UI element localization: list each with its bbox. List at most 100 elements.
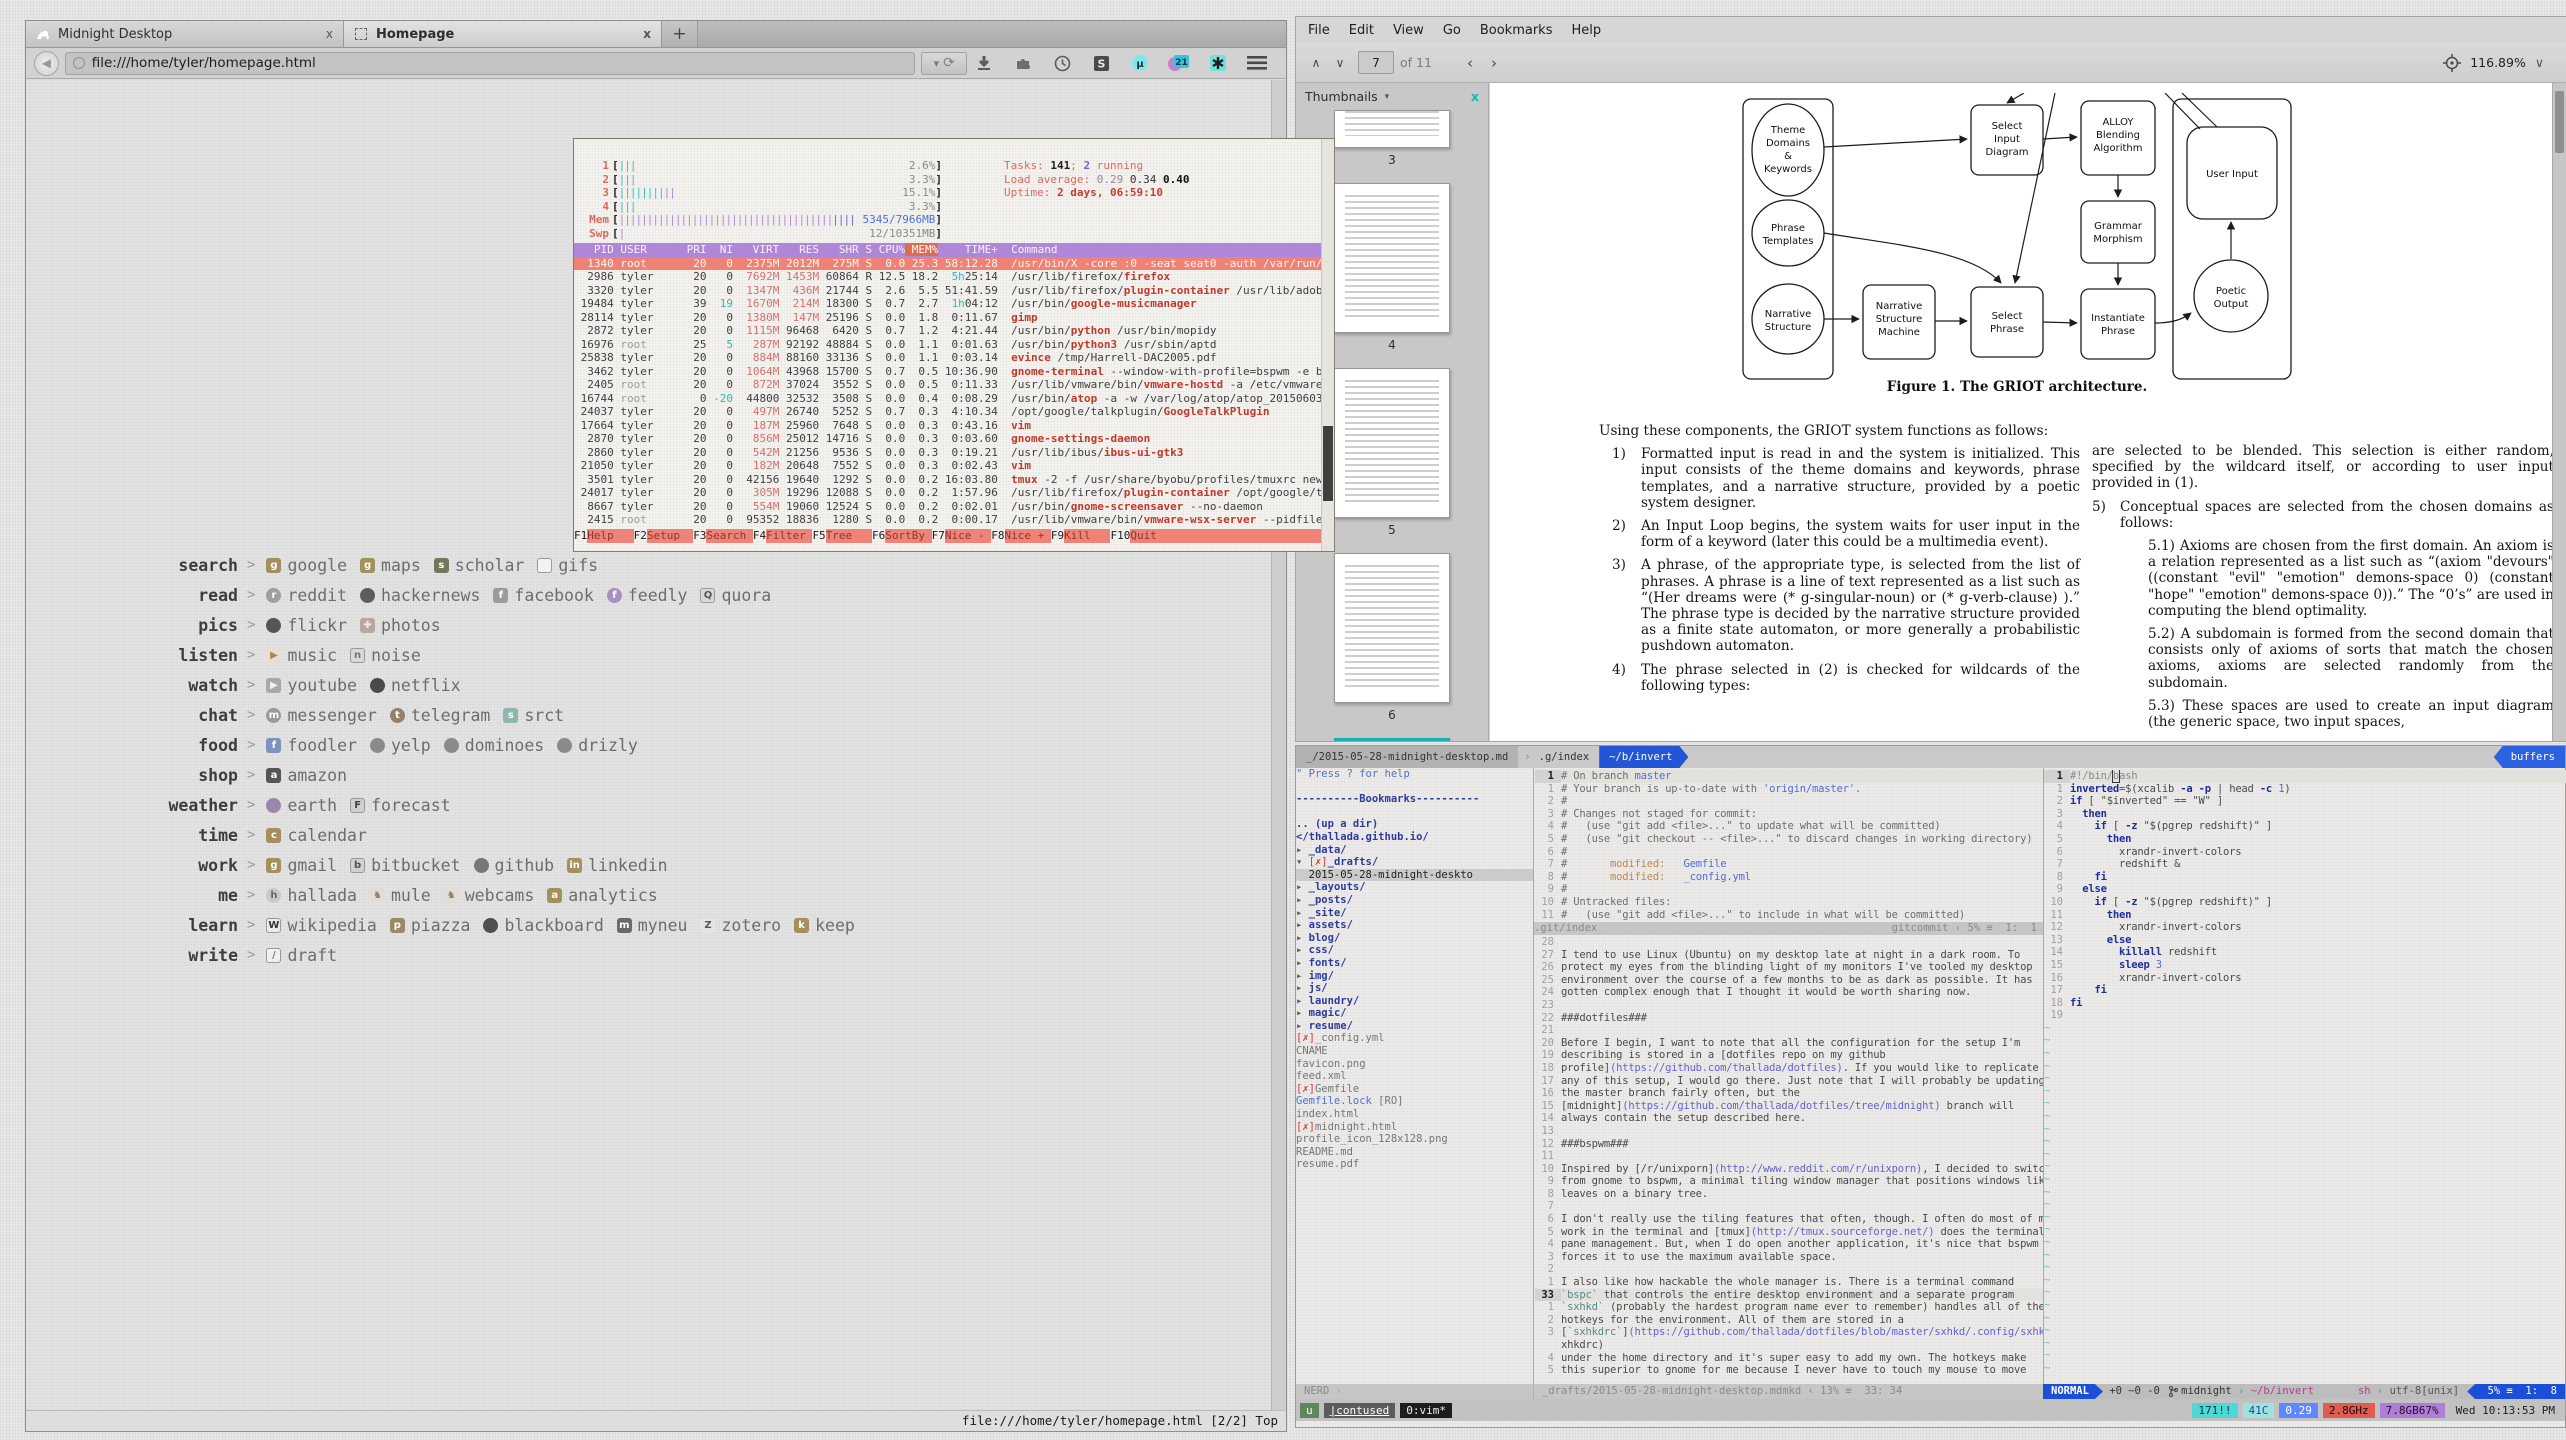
homepage-link[interactable]: blackboard bbox=[483, 916, 603, 935]
homepage-link[interactable]: hackernews bbox=[360, 586, 480, 605]
history-forward-button[interactable]: › bbox=[1482, 50, 1506, 76]
homepage-link[interactable]: rreddit bbox=[266, 586, 347, 605]
homepage-link[interactable]: nnoise bbox=[350, 646, 421, 665]
page-thumbnail[interactable] bbox=[1334, 110, 1450, 148]
nerdtree-item[interactable]: ▸ resume/ bbox=[1296, 1020, 1533, 1033]
nerdtree-item[interactable]: [✗]_config.yml bbox=[1296, 1032, 1533, 1045]
pdf-scrollbar-thumb[interactable] bbox=[2555, 91, 2564, 153]
zoom-level[interactable]: 116.89% bbox=[2470, 55, 2526, 70]
homepage-link[interactable]: ▶music bbox=[266, 646, 337, 665]
homepage-link[interactable]: inlinkedin bbox=[567, 856, 667, 875]
homepage-link[interactable]: Wwikipedia bbox=[266, 916, 376, 935]
homepage-link[interactable]: ssrct bbox=[503, 706, 564, 725]
page-number-input[interactable]: 7 bbox=[1358, 51, 1394, 74]
nerdtree-item[interactable]: Gemfile.lock [RO] bbox=[1296, 1095, 1533, 1108]
homepage-link[interactable]: drizly bbox=[557, 736, 638, 755]
history-back-button[interactable]: ‹ bbox=[1458, 50, 1482, 76]
menu-file[interactable]: File bbox=[1308, 23, 1330, 38]
nerdtree-item[interactable]: favicon.png bbox=[1296, 1058, 1533, 1071]
htop-scrollbar[interactable] bbox=[1321, 139, 1334, 551]
nerdtree-item[interactable]: ▸ laundry/ bbox=[1296, 995, 1533, 1008]
homepage-link[interactable]: mmessenger bbox=[266, 706, 376, 725]
homepage-link[interactable]: ffacebook bbox=[493, 586, 593, 605]
nerdtree-pane[interactable]: " Press ? for help ----------Bookmarks---… bbox=[1296, 768, 1533, 1384]
nerdtree-item[interactable]: [✗]midnight.html bbox=[1296, 1121, 1533, 1134]
page-thumbnail[interactable] bbox=[1334, 183, 1450, 333]
nerdtree-item[interactable]: ▸ assets/ bbox=[1296, 919, 1533, 932]
nerdtree-item[interactable]: " Press ? for help bbox=[1296, 768, 1533, 781]
homepage-link[interactable]: sscholar bbox=[434, 556, 525, 575]
nerdtree-item[interactable]: 2015-05-28-midnight-deskto bbox=[1296, 869, 1533, 882]
homepage-link[interactable]: ffoodler bbox=[266, 736, 357, 755]
tmux-tab-file[interactable]: _/2015-05-28-midnight-desktop.md bbox=[1296, 746, 1518, 768]
markdown-pane[interactable]: 2827I tend to use Linux (Ubuntu) on my d… bbox=[1535, 936, 2043, 1378]
fit-page-icon[interactable] bbox=[2443, 54, 2461, 72]
zoom-dropdown-icon[interactable]: ∨ bbox=[2535, 55, 2544, 70]
menu-edit[interactable]: Edit bbox=[1349, 23, 1374, 38]
sidebar-close-icon[interactable]: x bbox=[1471, 89, 1479, 104]
nerdtree-item[interactable]: resume.pdf bbox=[1296, 1158, 1533, 1171]
homepage-link[interactable]: flickr bbox=[266, 616, 347, 635]
page-thumbnail[interactable] bbox=[1334, 553, 1450, 703]
tmux-tab-active[interactable]: ~/b/invert bbox=[1599, 746, 1688, 768]
homepage-link[interactable]: Zzotero bbox=[700, 916, 781, 935]
nerdtree-item[interactable]: </thallada.github.io/ bbox=[1296, 831, 1533, 844]
sidebar-dropdown-icon[interactable]: ▾ bbox=[1385, 92, 1390, 102]
bash-script-pane[interactable]: 1#!/bin/bash1inverted=$(xcalib -a -p | h… bbox=[2044, 770, 2566, 1384]
homepage-link[interactable]: netflix bbox=[370, 676, 461, 695]
homepage-link[interactable]: ffeedly bbox=[607, 586, 688, 605]
tab-homepage[interactable]: Homepage x bbox=[344, 21, 662, 47]
page-thumbnail[interactable] bbox=[1334, 368, 1450, 518]
htop-scrollbar-thumb[interactable] bbox=[1323, 426, 1333, 501]
nerdtree-item[interactable]: .. (up a dir) bbox=[1296, 818, 1533, 831]
nerdtree-item[interactable]: ----------Bookmarks---------- bbox=[1296, 793, 1533, 806]
nerdtree-item[interactable]: ▸ _posts/ bbox=[1296, 894, 1533, 907]
menu-bookmarks[interactable]: Bookmarks bbox=[1480, 23, 1553, 38]
extension-puzzle-icon[interactable] bbox=[1012, 52, 1034, 74]
pdf-scrollbar[interactable] bbox=[2552, 83, 2566, 741]
homepage-link[interactable]: Fforecast bbox=[350, 796, 450, 815]
back-button[interactable]: ◀ bbox=[34, 51, 59, 76]
nerdtree-item[interactable]: ▸ img/ bbox=[1296, 970, 1533, 983]
homepage-link[interactable]: Qquora bbox=[700, 586, 771, 605]
homepage-link[interactable]: earth bbox=[266, 796, 337, 815]
menu-go[interactable]: Go bbox=[1443, 23, 1461, 38]
page-up-button[interactable]: ∧ bbox=[1304, 50, 1328, 76]
page-thumbnail-selected[interactable] bbox=[1334, 738, 1450, 741]
homepage-link[interactable]: ggoogle bbox=[266, 556, 347, 575]
git-commit-pane[interactable]: 1# On branch master1# Your branch is up-… bbox=[1535, 770, 2043, 922]
homepage-link[interactable]: aanalytics bbox=[547, 886, 657, 905]
homepage-link[interactable]: kkeep bbox=[794, 916, 855, 935]
download-icon[interactable] bbox=[973, 52, 995, 74]
homepage-link[interactable]: bbitbucket bbox=[350, 856, 460, 875]
homepage-link[interactable]: ✚photos bbox=[360, 616, 441, 635]
nerdtree-item[interactable]: [✗]Gemfile bbox=[1296, 1083, 1533, 1096]
sidebar-mode-label[interactable]: Thumbnails bbox=[1305, 89, 1378, 104]
tab-close-icon[interactable]: x bbox=[643, 27, 651, 41]
nerdtree-item[interactable]: ▸ js/ bbox=[1296, 982, 1533, 995]
menu-hamburger-icon[interactable] bbox=[1246, 52, 1268, 74]
nerdtree-item[interactable]: ▸ magic/ bbox=[1296, 1007, 1533, 1020]
badge-21-icon[interactable]: 21 bbox=[1168, 52, 1190, 74]
homepage-link[interactable]: aamazon bbox=[266, 766, 347, 785]
s-badge-icon[interactable]: S bbox=[1090, 52, 1112, 74]
nerdtree-item[interactable]: profile_icon_128x128.png bbox=[1296, 1133, 1533, 1146]
asterisk-icon[interactable] bbox=[1207, 52, 1229, 74]
homepage-link[interactable]: github bbox=[474, 856, 555, 875]
nerdtree-item[interactable]: ▸ css/ bbox=[1296, 944, 1533, 957]
homepage-link[interactable]: ggmail bbox=[266, 856, 337, 875]
homepage-link[interactable]: ♞mule bbox=[370, 886, 431, 905]
nerdtree-item[interactable] bbox=[1296, 806, 1533, 819]
tmux-tab-git[interactable]: .g/index bbox=[1537, 746, 1592, 768]
homepage-link[interactable]: ▶youtube bbox=[266, 676, 357, 695]
homepage-link[interactable]: mmyneu bbox=[617, 916, 688, 935]
homepage-link[interactable]: dominoes bbox=[444, 736, 544, 755]
homepage-link[interactable]: ppiazza bbox=[390, 916, 471, 935]
tab-midnight-desktop[interactable]: Midnight Desktop x bbox=[26, 21, 344, 47]
new-tab-button[interactable]: + bbox=[662, 21, 698, 47]
reload-button[interactable]: ▾⟳ bbox=[921, 52, 967, 75]
homepage-link[interactable]: ♞webcams bbox=[444, 886, 535, 905]
nerdtree-item[interactable]: ▸ _layouts/ bbox=[1296, 881, 1533, 894]
nerdtree-item[interactable]: README.md bbox=[1296, 1146, 1533, 1159]
nerdtree-item[interactable]: feed.xml bbox=[1296, 1070, 1533, 1083]
